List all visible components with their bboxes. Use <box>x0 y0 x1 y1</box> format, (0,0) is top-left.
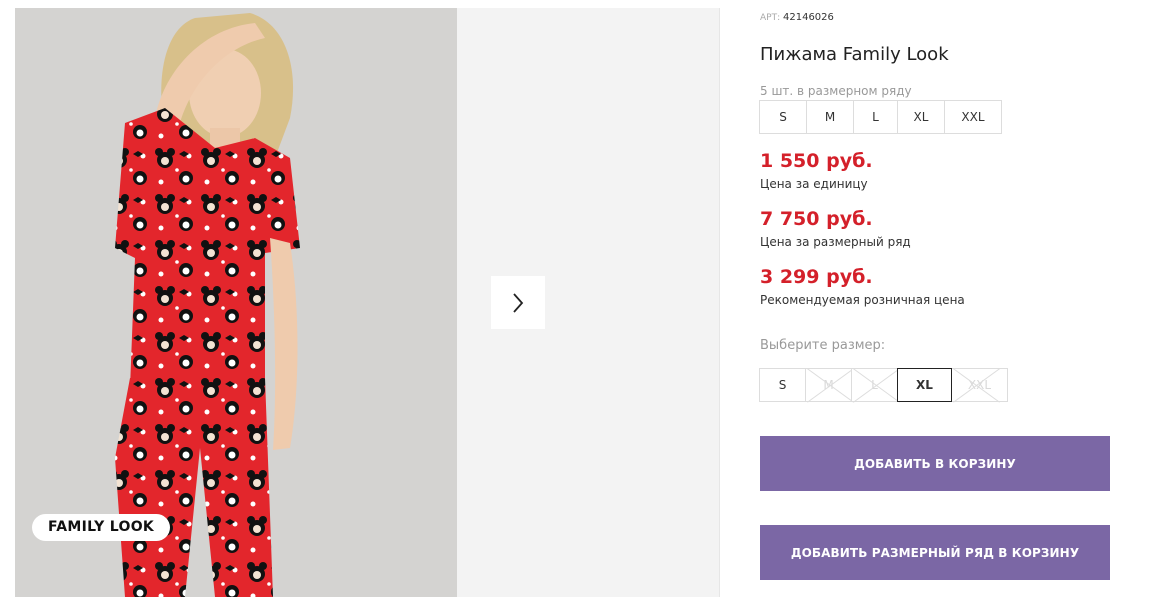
size-option-xxl: XXL <box>951 368 1008 402</box>
size-picker: S M L XL XXL <box>759 368 1008 402</box>
size-row-item: L <box>853 100 898 134</box>
next-image-button[interactable] <box>491 276 545 329</box>
size-option-xl[interactable]: XL <box>897 368 952 402</box>
size-row-item: M <box>806 100 854 134</box>
article-number: 42146026 <box>783 12 834 23</box>
retail-price-label: Рекомендуемая розничная цена <box>760 293 965 307</box>
size-option-s[interactable]: S <box>759 368 806 402</box>
chevron-right-icon <box>513 292 524 313</box>
size-row-price-label: Цена за размерный ряд <box>760 235 911 249</box>
size-row-item: S <box>759 100 807 134</box>
product-photo[interactable]: FAMILY LOOK <box>15 8 457 597</box>
product-page: FAMILY LOOK АРТ: 42146026 Пижама Family … <box>0 0 1157 597</box>
add-to-cart-button[interactable]: ДОБАВИТЬ В КОРЗИНУ <box>760 436 1110 491</box>
size-row-list: S M L XL XXL <box>759 100 1002 134</box>
unit-price: 1 550 руб. <box>760 150 873 172</box>
unit-price-label: Цена за единицу <box>760 177 868 191</box>
product-photo-illustration <box>15 8 457 597</box>
product-gallery: FAMILY LOOK <box>15 8 720 597</box>
size-row-item: XXL <box>944 100 1002 134</box>
product-title: Пижама Family Look <box>760 44 949 65</box>
add-size-row-to-cart-button[interactable]: ДОБАВИТЬ РАЗМЕРНЫЙ РЯД В КОРЗИНУ <box>760 525 1110 580</box>
size-row-note: 5 шт. в размерном ряду <box>760 84 912 98</box>
choose-size-label: Выберите размер: <box>760 338 886 353</box>
article-label: АРТ: <box>760 13 781 23</box>
family-look-badge: FAMILY LOOK <box>32 514 171 541</box>
size-option-l: L <box>851 368 898 402</box>
article: АРТ: 42146026 <box>760 12 834 23</box>
size-option-m: M <box>805 368 852 402</box>
size-row-price: 7 750 руб. <box>760 208 873 230</box>
retail-price: 3 299 руб. <box>760 266 873 288</box>
size-row-item: XL <box>897 100 945 134</box>
